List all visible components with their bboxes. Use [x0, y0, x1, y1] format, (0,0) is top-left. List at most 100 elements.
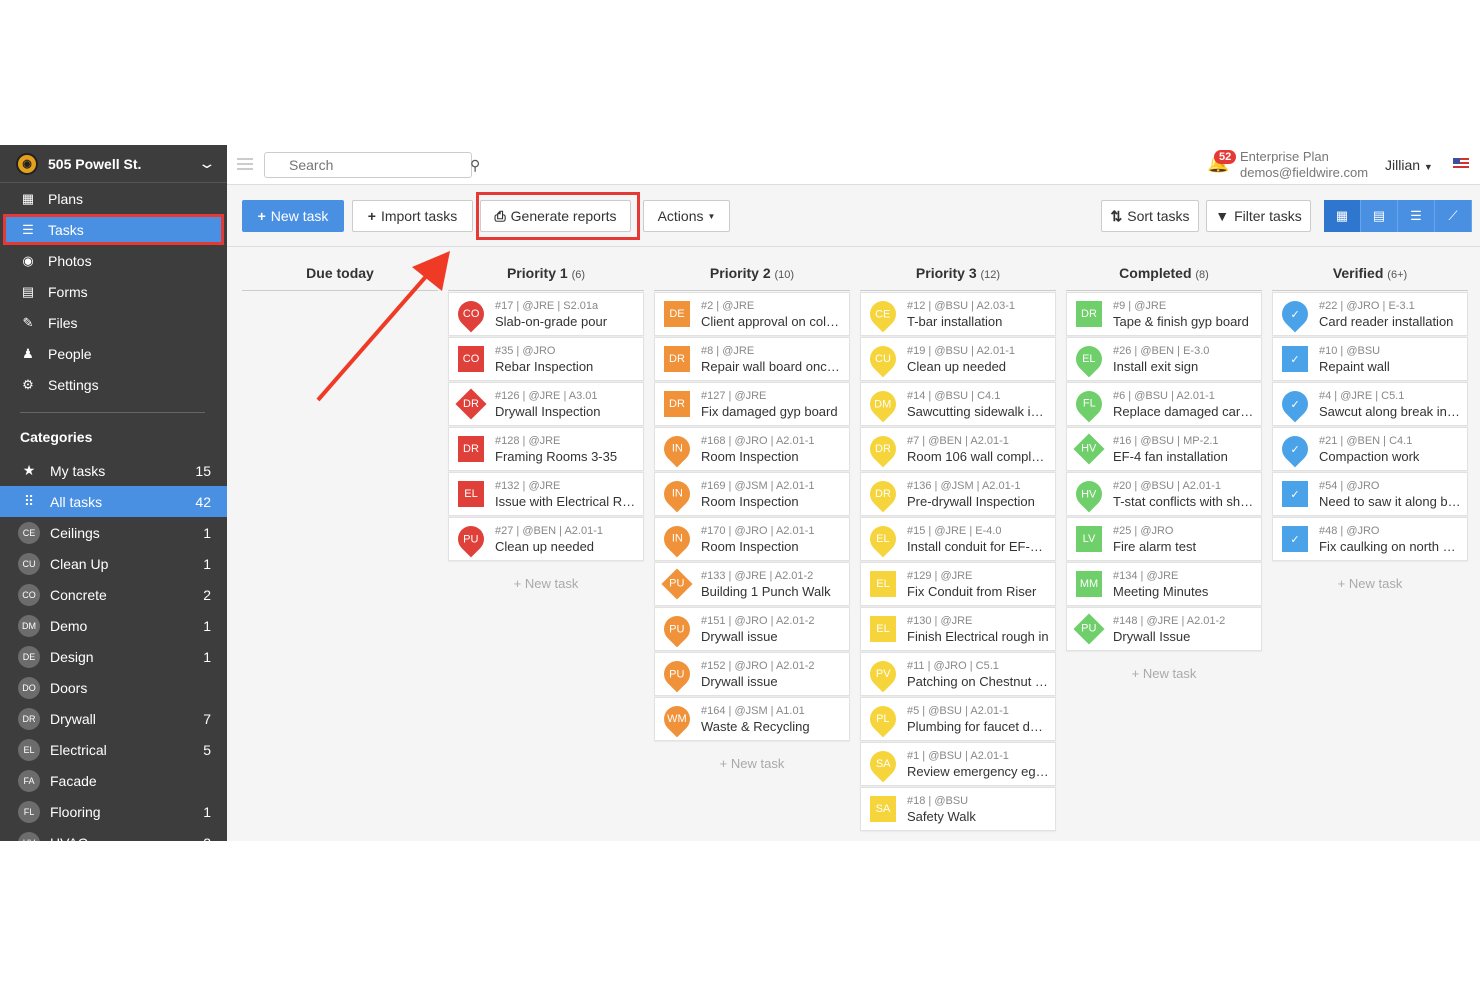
category-item[interactable]: ⠿ All tasks 42 — [0, 486, 227, 517]
filter-tasks-button[interactable]: ▼ Filter tasks — [1206, 200, 1311, 232]
task-card[interactable]: LV #25 | @JRO Fire alarm test — [1066, 517, 1262, 561]
task-card[interactable]: PU #148 | @JRE | A2.01-2 Drywall Issue — [1066, 607, 1262, 651]
task-card[interactable]: EL #132 | @JRE Issue with Electrical Rou..… — [448, 472, 644, 516]
category-item[interactable]: CO Concrete 2 — [0, 579, 227, 610]
task-status-icon: CE — [864, 295, 902, 333]
task-card[interactable]: EL #129 | @JRE Fix Conduit from Riser — [860, 562, 1056, 606]
search-box[interactable]: ⚲ — [264, 152, 480, 178]
task-card[interactable]: PU #133 | @JRE | A2.01-2 Building 1 Punch … — [654, 562, 850, 606]
task-card[interactable]: EL #15 | @JRE | E-4.0 Install conduit for … — [860, 517, 1056, 561]
menu-icon[interactable] — [237, 158, 253, 170]
sidebar-item-files[interactable]: ✎ Files — [0, 307, 227, 338]
task-text: #17 | @JRE | S2.01a Slab-on-grade pour — [495, 300, 643, 329]
task-card[interactable]: FL #6 | @BSU | A2.01-1 Replace damaged car… — [1066, 382, 1262, 426]
task-title: Drywall issue — [701, 673, 778, 689]
task-card[interactable]: PV #11 | @JRO | C5.1 Patching on Chestnut … — [860, 652, 1056, 696]
task-card[interactable]: PU #27 | @BEN | A2.01-1 Clean up needed — [448, 517, 644, 561]
category-item[interactable]: CE Ceilings 1 — [0, 517, 227, 548]
board-column: Priority 1 (6) CO #17 | @JRE | S2.01a Slab-… — [448, 247, 644, 591]
import-tasks-button[interactable]: + Import tasks — [352, 200, 473, 232]
category-item[interactable]: FL Flooring 1 — [0, 796, 227, 827]
task-card[interactable]: SA #1 | @BSU | A2.01-1 Review emergency eg… — [860, 742, 1056, 786]
task-card[interactable]: ✓ #10 | @BSU Repaint wall — [1272, 337, 1468, 381]
analytics-view-icon[interactable]: ⟋ — [1435, 200, 1472, 232]
task-card[interactable]: IN #170 | @JRO | A2.01-1 Room Inspection — [654, 517, 850, 561]
category-item[interactable]: DO Doors — [0, 672, 227, 703]
task-card[interactable]: DR #9 | @JRE Tape & finish gyp board — [1066, 292, 1262, 336]
category-item[interactable]: EL Electrical 5 — [0, 734, 227, 765]
sidebar-item-forms[interactable]: ▤ Forms — [0, 276, 227, 307]
task-meta: #9 | @JRE — [1113, 299, 1167, 312]
task-card[interactable]: CE #12 | @BSU | A2.03-1 T-bar installation — [860, 292, 1056, 336]
sidebar-item-plans[interactable]: ▦ Plans — [0, 183, 227, 214]
task-meta: #2 | @JRE — [701, 299, 755, 312]
new-task-link[interactable]: + New task — [1066, 652, 1262, 681]
task-card[interactable]: CO #35 | @JRO Rebar Inspection — [448, 337, 644, 381]
us-flag-icon[interactable] — [1453, 158, 1469, 170]
task-card[interactable]: MM #134 | @JRE Meeting Minutes — [1066, 562, 1262, 606]
task-card[interactable]: DR #128 | @JRE Framing Rooms 3-35 — [448, 427, 644, 471]
task-card[interactable]: HV #16 | @BSU | MP-2.1 EF-4 fan installati… — [1066, 427, 1262, 471]
task-card[interactable]: DR #8 | @JRE Repair wall board once t... — [654, 337, 850, 381]
task-meta: #27 | @BEN | A2.01-1 — [495, 524, 603, 537]
search-icon[interactable]: ⚲ — [470, 157, 480, 174]
task-card[interactable]: EL #26 | @BEN | E-3.0 Install exit sign — [1066, 337, 1262, 381]
new-task-link[interactable]: + New task — [448, 562, 644, 591]
sidebar-item-settings[interactable]: ⚙ Settings — [0, 369, 227, 400]
sidebar-item-tasks[interactable]: ☰ Tasks — [3, 214, 224, 245]
new-task-link[interactable]: + New task — [1272, 562, 1468, 591]
calendar-view-icon[interactable]: ▤ — [1361, 200, 1398, 232]
sort-tasks-button[interactable]: ⇅ Sort tasks — [1101, 200, 1199, 232]
task-card[interactable]: CU #19 | @BSU | A2.01-1 Clean up needed — [860, 337, 1056, 381]
project-selector[interactable]: ◉ 505 Powell St. ⌄ — [0, 145, 227, 183]
task-card[interactable]: DR #127 | @JRE Fix damaged gyp board — [654, 382, 850, 426]
task-card[interactable]: ✓ #22 | @JRO | E-3.1 Card reader installat… — [1272, 292, 1468, 336]
new-task-button[interactable]: + New task — [242, 200, 344, 232]
task-card[interactable]: DE #2 | @JRE Client approval on color ... — [654, 292, 850, 336]
task-meta: #14 | @BSU | C4.1 — [907, 389, 1001, 402]
task-card[interactable]: HV #20 | @BSU | A2.01-1 T-stat conflicts w… — [1066, 472, 1262, 516]
task-card[interactable]: ✓ #21 | @BEN | C4.1 Compaction work — [1272, 427, 1468, 471]
task-card[interactable]: DR #126 | @JRE | A3.01 Drywall Inspection — [448, 382, 644, 426]
search-input[interactable] — [289, 157, 470, 173]
notification-badge[interactable]: 52 — [1214, 150, 1237, 164]
category-item[interactable]: HV HVAC2 — [0, 827, 227, 841]
category-item[interactable]: FA Facade — [0, 765, 227, 796]
category-item[interactable]: DE Design 1 — [0, 641, 227, 672]
new-task-link[interactable]: + New task — [654, 742, 850, 771]
task-card[interactable]: PU #151 | @JRO | A2.01-2 Drywall issue — [654, 607, 850, 651]
task-card[interactable]: CO #17 | @JRE | S2.01a Slab-on-grade pour — [448, 292, 644, 336]
task-meta: #12 | @BSU | A2.03-1 — [907, 299, 1015, 312]
task-card[interactable]: ✓ #4 | @JRE | C5.1 Sawcut along break in a… — [1272, 382, 1468, 426]
task-card[interactable]: ✓ #54 | @JRO Need to saw it along bre... — [1272, 472, 1468, 516]
actions-dropdown[interactable]: Actions ▼ — [643, 200, 730, 232]
task-card[interactable]: IN #169 | @JSM | A2.01-1 Room Inspection — [654, 472, 850, 516]
sidebar-item-people[interactable]: ♟ People — [0, 338, 227, 369]
task-title: Slab-on-grade pour — [495, 313, 608, 329]
category-item[interactable]: DM Demo 1 — [0, 610, 227, 641]
task-card[interactable]: PU #152 | @JRO | A2.01-2 Drywall issue — [654, 652, 850, 696]
task-card[interactable]: WM #164 | @JSM | A1.01 Waste & Recycling — [654, 697, 850, 741]
task-category-badge: IN — [671, 533, 683, 545]
task-card[interactable]: EL #130 | @JRE Finish Electrical rough in — [860, 607, 1056, 651]
chevron-down-icon[interactable]: ⌄ — [198, 155, 217, 172]
task-card[interactable]: ✓ #48 | @JRO Fix caulking on north wall — [1272, 517, 1468, 561]
sidebar-item-photos[interactable]: ◉ Photos — [0, 245, 227, 276]
category-item[interactable]: ★ My tasks 15 — [0, 455, 227, 486]
task-title: Waste & Recycling — [701, 718, 810, 734]
task-card[interactable]: IN #168 | @JRO | A2.01-1 Room Inspection — [654, 427, 850, 471]
task-card[interactable]: DR #136 | @JSM | A2.01-1 Pre-drywall Inspe… — [860, 472, 1056, 516]
grid-view-icon[interactable]: ▦ — [1324, 200, 1361, 232]
task-card[interactable]: SA #18 | @BSU Safety Walk — [860, 787, 1056, 831]
task-card[interactable]: DR #7 | @BEN | A2.01-1 Room 106 wall compl… — [860, 427, 1056, 471]
task-card[interactable]: DM #14 | @BSU | C4.1 Sawcutting sidewalk i… — [860, 382, 1056, 426]
gantt-view-icon[interactable]: ☰ — [1398, 200, 1435, 232]
task-meta: #5 | @BSU | A2.01-1 — [907, 704, 1009, 717]
category-item[interactable]: DR Drywall 7 — [0, 703, 227, 734]
task-meta: #15 | @JRE | E-4.0 — [907, 524, 1002, 537]
task-card[interactable]: PL #5 | @BSU | A2.01-1 Plumbing for faucet… — [860, 697, 1056, 741]
category-item[interactable]: CU Clean Up 1 — [0, 548, 227, 579]
task-meta: #148 | @JRE | A2.01-2 — [1113, 614, 1226, 627]
actions-label: Actions — [657, 208, 704, 224]
user-menu[interactable]: Jillian ▼ — [1385, 157, 1433, 173]
